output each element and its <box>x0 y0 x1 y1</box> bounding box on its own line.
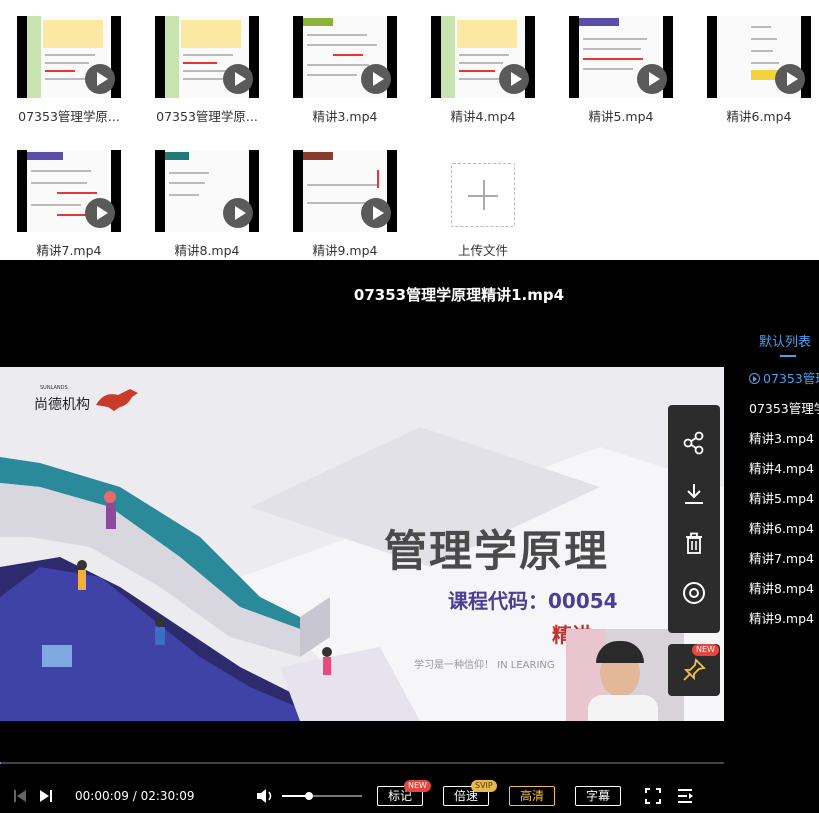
bull-logo-icon <box>96 389 138 411</box>
play-icon[interactable] <box>637 64 667 94</box>
video-thumbnail[interactable] <box>17 16 121 98</box>
video-thumbnail[interactable] <box>293 150 397 232</box>
playlist-item[interactable]: 精讲5.mp4 <box>749 488 814 507</box>
play-icon[interactable] <box>223 198 253 228</box>
svip-badge: SVIP <box>471 780 497 792</box>
playlist-item[interactable]: 精讲7.mp4 <box>749 548 814 567</box>
control-bar: 00:00:09 / 02:30:09 标记 NEW 倍速 SVIP 高清 字幕 <box>0 780 819 813</box>
playlist-item[interactable]: 精讲6.mp4 <box>749 518 814 537</box>
file-name[interactable]: 精讲6.mp4 <box>690 106 819 125</box>
file-name[interactable]: 精讲4.mp4 <box>414 106 552 125</box>
file-name[interactable]: 07353管理学原... <box>0 106 138 125</box>
floating-toolbar <box>668 405 720 633</box>
playlist-toggle-icon[interactable] <box>676 787 694 805</box>
share-icon[interactable] <box>680 429 708 457</box>
progress-fill <box>0 762 1 764</box>
delete-icon[interactable] <box>680 530 708 558</box>
teacher-webcam <box>566 629 684 721</box>
previous-icon[interactable] <box>12 788 28 804</box>
play-icon[interactable] <box>499 64 529 94</box>
file-name[interactable]: 07353管理学原... <box>138 106 276 125</box>
playlist-item-active[interactable]: 07353管理学原理精讲1.mp4 <box>749 368 819 387</box>
play-icon[interactable] <box>223 64 253 94</box>
playlist-item[interactable]: 精讲3.mp4 <box>749 428 814 447</box>
mark-new-badge: NEW <box>404 780 431 792</box>
playlist-item[interactable]: 07353管理学原理精讲2.mp4 <box>749 398 819 417</box>
time-display: 00:00:09 / 02:30:09 <box>75 789 195 803</box>
course-code: 课程代码：00054 <box>448 589 618 613</box>
playlist-panel: 默认列表 07353管理学原理精讲1.mp4 07353管理学原理精讲2.mp4… <box>724 260 819 760</box>
playlist-item[interactable]: 精讲9.mp4 <box>749 608 814 627</box>
file-name[interactable]: 精讲9.mp4 <box>276 240 414 259</box>
new-badge: NEW <box>692 644 719 656</box>
video-thumbnail[interactable] <box>569 16 673 98</box>
video-thumbnail[interactable] <box>707 16 811 98</box>
volume-slider[interactable] <box>282 792 362 800</box>
play-icon[interactable] <box>775 64 805 94</box>
file-grid: 07353管理学原... 07353管理学原... 精讲3.mp4 精讲4.mp… <box>0 0 819 260</box>
video-thumbnail[interactable] <box>155 16 259 98</box>
upload-plus-icon[interactable] <box>451 163 515 227</box>
video-player: 07353管理学原理精讲1.mp4 SUNLANDS 尚德机构 管理学原理 课程… <box>0 260 819 813</box>
next-icon[interactable] <box>38 788 54 804</box>
video-thumbnail[interactable] <box>293 16 397 98</box>
upload-label[interactable]: 上传文件 <box>414 240 552 259</box>
video-title: 07353管理学原理精讲1.mp4 <box>353 286 565 304</box>
play-icon[interactable] <box>85 198 115 228</box>
play-icon[interactable] <box>361 198 391 228</box>
volume-knob[interactable] <box>305 792 314 800</box>
play-icon[interactable] <box>361 64 391 94</box>
pin-button[interactable]: NEW <box>668 644 720 696</box>
download-icon[interactable] <box>680 480 708 508</box>
preview-eye-icon[interactable] <box>680 579 708 607</box>
file-name[interactable]: 精讲5.mp4 <box>552 106 690 125</box>
playlist: 07353管理学原理精讲1.mp4 07353管理学原理精讲2.mp4 精讲3.… <box>724 260 819 760</box>
slogan: 学习是一种信仰！ IN LEARING <box>414 660 555 671</box>
logo: SUNLANDS 尚德机构 <box>34 385 144 415</box>
file-name[interactable]: 精讲7.mp4 <box>0 240 138 259</box>
pin-icon <box>683 658 706 681</box>
quality-button[interactable]: 高清 <box>509 786 555 806</box>
play-circle-icon <box>749 373 760 384</box>
course-title: 管理学原理 <box>384 527 609 577</box>
video-thumbnail[interactable] <box>431 16 535 98</box>
fullscreen-icon[interactable] <box>644 787 662 805</box>
playlist-item[interactable]: 精讲8.mp4 <box>749 578 814 597</box>
file-name[interactable]: 精讲8.mp4 <box>138 240 276 259</box>
video-thumbnail[interactable] <box>155 150 259 232</box>
playlist-item[interactable]: 精讲4.mp4 <box>749 458 814 477</box>
volume-icon[interactable] <box>255 786 275 806</box>
play-icon[interactable] <box>85 64 115 94</box>
file-name[interactable]: 精讲3.mp4 <box>276 106 414 125</box>
subtitle-button[interactable]: 字幕 <box>575 786 621 806</box>
progress-bar[interactable] <box>0 762 724 764</box>
video-thumbnail[interactable] <box>17 150 121 232</box>
video-frame[interactable]: SUNLANDS 尚德机构 管理学原理 课程代码：00054 精讲 学习是一种信… <box>0 367 724 721</box>
